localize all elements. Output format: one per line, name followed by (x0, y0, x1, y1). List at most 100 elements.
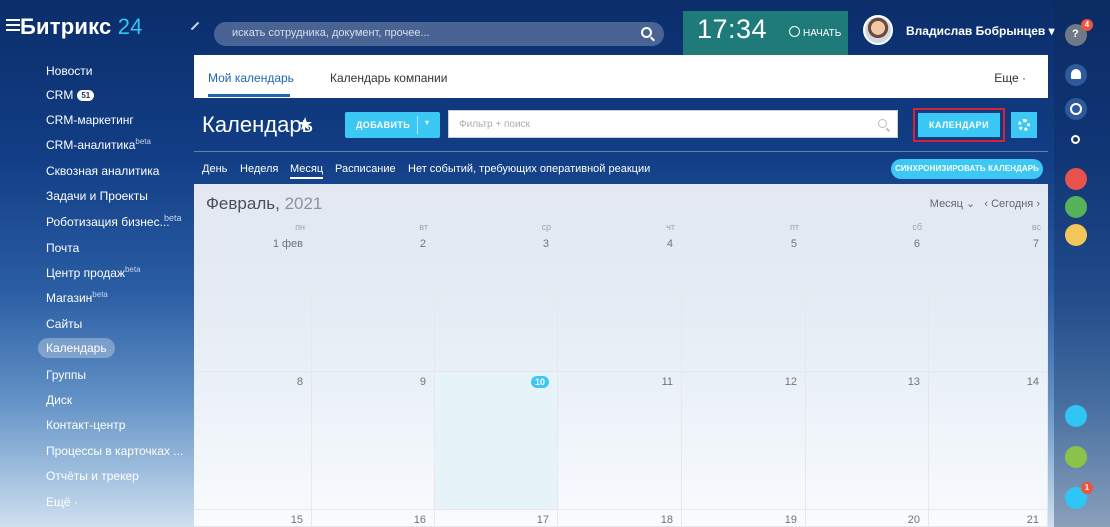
view-week[interactable]: Неделя (240, 163, 278, 175)
sidebar-item-calendar[interactable]: Календарь (38, 338, 115, 358)
work-day-widget[interactable]: 17:34 НАЧАТЬ (683, 11, 848, 55)
day-number: 8 (296, 376, 303, 388)
chevron-down-icon[interactable]: ▾ (425, 118, 429, 127)
avatar[interactable] (863, 15, 893, 45)
chat-icon (1070, 103, 1082, 115)
pencil-icon[interactable] (190, 21, 200, 31)
search-icon[interactable] (878, 119, 887, 128)
academy-icon[interactable]: 1 (1065, 482, 1093, 509)
day-cell[interactable]: 16 (312, 510, 435, 527)
day-cell[interactable]: 10 (435, 372, 558, 510)
sidebar-item-contact-center[interactable]: Контакт-центр (46, 418, 125, 432)
star-icon[interactable]: ★ (297, 114, 313, 135)
sidebar-item-crm[interactable]: CRM 51 (46, 88, 95, 102)
clock: 17:34 (697, 14, 768, 44)
phone-icon[interactable] (1065, 446, 1087, 468)
calendar-toolbar: Календарь ★ ДОБАВИТЬ ▾ Фильтр + поиск КА… (194, 98, 1048, 151)
day-cell[interactable]: 19 (682, 510, 806, 527)
settings-button[interactable] (1011, 112, 1037, 138)
day-cell[interactable]: 2 (312, 234, 435, 372)
sidebar-item-sites[interactable]: Сайты (46, 317, 82, 331)
day-cell[interactable]: 5 (682, 234, 806, 372)
day-cell[interactable]: 17 (435, 510, 558, 527)
contact-avatar-2[interactable] (1065, 196, 1087, 218)
crm-count-badge: 51 (77, 90, 95, 101)
calendars-button[interactable]: КАЛЕНДАРИ (918, 113, 1000, 137)
view-mode-select[interactable]: Месяц ⌄ (930, 198, 975, 210)
day-cell[interactable]: 15 (194, 510, 312, 527)
today-nav[interactable]: ‹ Сегодня › (984, 198, 1040, 210)
sidebar-item-processes[interactable]: Процессы в карточках ... (46, 444, 183, 458)
notifications-button[interactable] (1065, 64, 1087, 86)
contact-avatar-1[interactable] (1065, 168, 1087, 190)
day-cell[interactable]: 1 фев (194, 234, 312, 372)
tab-company-calendar[interactable]: Календарь компании (330, 71, 447, 85)
sidebar-item-disk[interactable]: Диск (46, 393, 72, 407)
sync-calendar-button[interactable]: СИНХРОНИЗИРОВАТЬ КАЛЕНДАРЬ (891, 159, 1043, 179)
right-rail: ? 4 1 (1054, 0, 1110, 527)
day-number: 6 (913, 238, 920, 250)
filter-search-input[interactable]: Фильтр + поиск (448, 110, 898, 138)
contact-avatar-3[interactable] (1065, 224, 1087, 246)
chat-button[interactable] (1065, 98, 1087, 120)
search-input[interactable]: искать сотрудника, документ, прочее... (214, 22, 664, 46)
day-cell[interactable]: 4 (558, 234, 682, 372)
day-cell[interactable]: 12 (682, 372, 806, 510)
user-menu[interactable]: Владислав Бобрынцев ▾ (906, 24, 1055, 38)
day-number: 3 (542, 238, 549, 250)
sidebar-item-more[interactable]: Ещё · (46, 495, 78, 509)
day-cell[interactable]: 8 (194, 372, 312, 510)
search-icon[interactable] (641, 27, 652, 38)
day-number: 15 (290, 514, 303, 526)
day-cell[interactable]: 20 (806, 510, 929, 527)
sidebar-item-sales-center[interactable]: Центр продажbeta (46, 265, 141, 280)
day-cell[interactable]: 14 (929, 372, 1048, 510)
tab-my-calendar[interactable]: Мой календарь (208, 71, 294, 85)
help-badge: 4 (1081, 19, 1093, 31)
sidebar-item-crm-analytics[interactable]: CRM-аналитикаbeta (46, 137, 151, 152)
sidebar-item-groups[interactable]: Группы (46, 368, 86, 382)
calendar-tabs: Мой календарь Календарь компании Еще · (194, 55, 1048, 98)
day-cell[interactable]: 9 (312, 372, 435, 510)
logo[interactable]: Битрикс 24 (20, 14, 143, 40)
start-button[interactable]: НАЧАТЬ (789, 26, 841, 39)
weekday-header: сб (912, 222, 922, 232)
sidebar-item-end-to-end-analytics[interactable]: Сквозная аналитика (46, 164, 159, 178)
sidebar-item-shop[interactable]: Магазинbeta (46, 290, 108, 305)
more-menu[interactable]: Еще · (994, 71, 1026, 85)
day-cell[interactable]: 13 (806, 372, 929, 510)
day-cell[interactable]: 3 (435, 234, 558, 372)
sidebar: Новости CRM 51 CRM-маркетинг CRM-аналитик… (0, 55, 185, 527)
day-number: 2 (419, 238, 426, 250)
view-day[interactable]: День (202, 163, 227, 175)
rail-search-button[interactable] (1065, 130, 1087, 152)
help-button[interactable]: ? 4 (1065, 19, 1093, 46)
day-cell[interactable]: 6 (806, 234, 929, 372)
day-cell[interactable]: 21 (929, 510, 1048, 527)
menu-icon[interactable] (6, 19, 20, 31)
day-cell[interactable]: 7 (929, 234, 1048, 372)
view-month[interactable]: Месяц (290, 163, 324, 179)
add-button[interactable]: ДОБАВИТЬ ▾ (345, 112, 440, 138)
sidebar-item-tasks[interactable]: Задачи и Проекты (46, 189, 148, 203)
day-number: 19 (784, 514, 797, 526)
weekday-header: чт (666, 222, 675, 232)
no-events-filter[interactable]: Нет событий, требующих оперативной реакц… (408, 163, 650, 175)
sidebar-item-news[interactable]: Новости (46, 64, 92, 78)
exit-icon[interactable] (1065, 405, 1087, 427)
view-schedule[interactable]: Расписание (335, 163, 396, 175)
weekday-header: вс (1031, 222, 1041, 232)
search-icon (1071, 135, 1080, 144)
sidebar-item-reports[interactable]: Отчёты и трекер (46, 469, 139, 483)
sidebar-item-mail[interactable]: Почта (46, 241, 79, 255)
day-number: 9 (419, 376, 426, 388)
day-cell[interactable]: 18 (558, 510, 682, 527)
day-number: 17 (536, 514, 549, 526)
view-switcher: День Неделя Месяц Расписание Нет событий… (194, 151, 1048, 184)
logo-text: Битрикс (20, 14, 112, 39)
month-title: Февраль, 2021 (206, 194, 323, 213)
sidebar-item-automation[interactable]: Роботизация бизнес... (46, 215, 170, 229)
day-cell[interactable]: 11 (558, 372, 682, 510)
sidebar-item-crm-marketing[interactable]: CRM-маркетинг (46, 113, 134, 127)
today-date: 10 (530, 376, 549, 388)
